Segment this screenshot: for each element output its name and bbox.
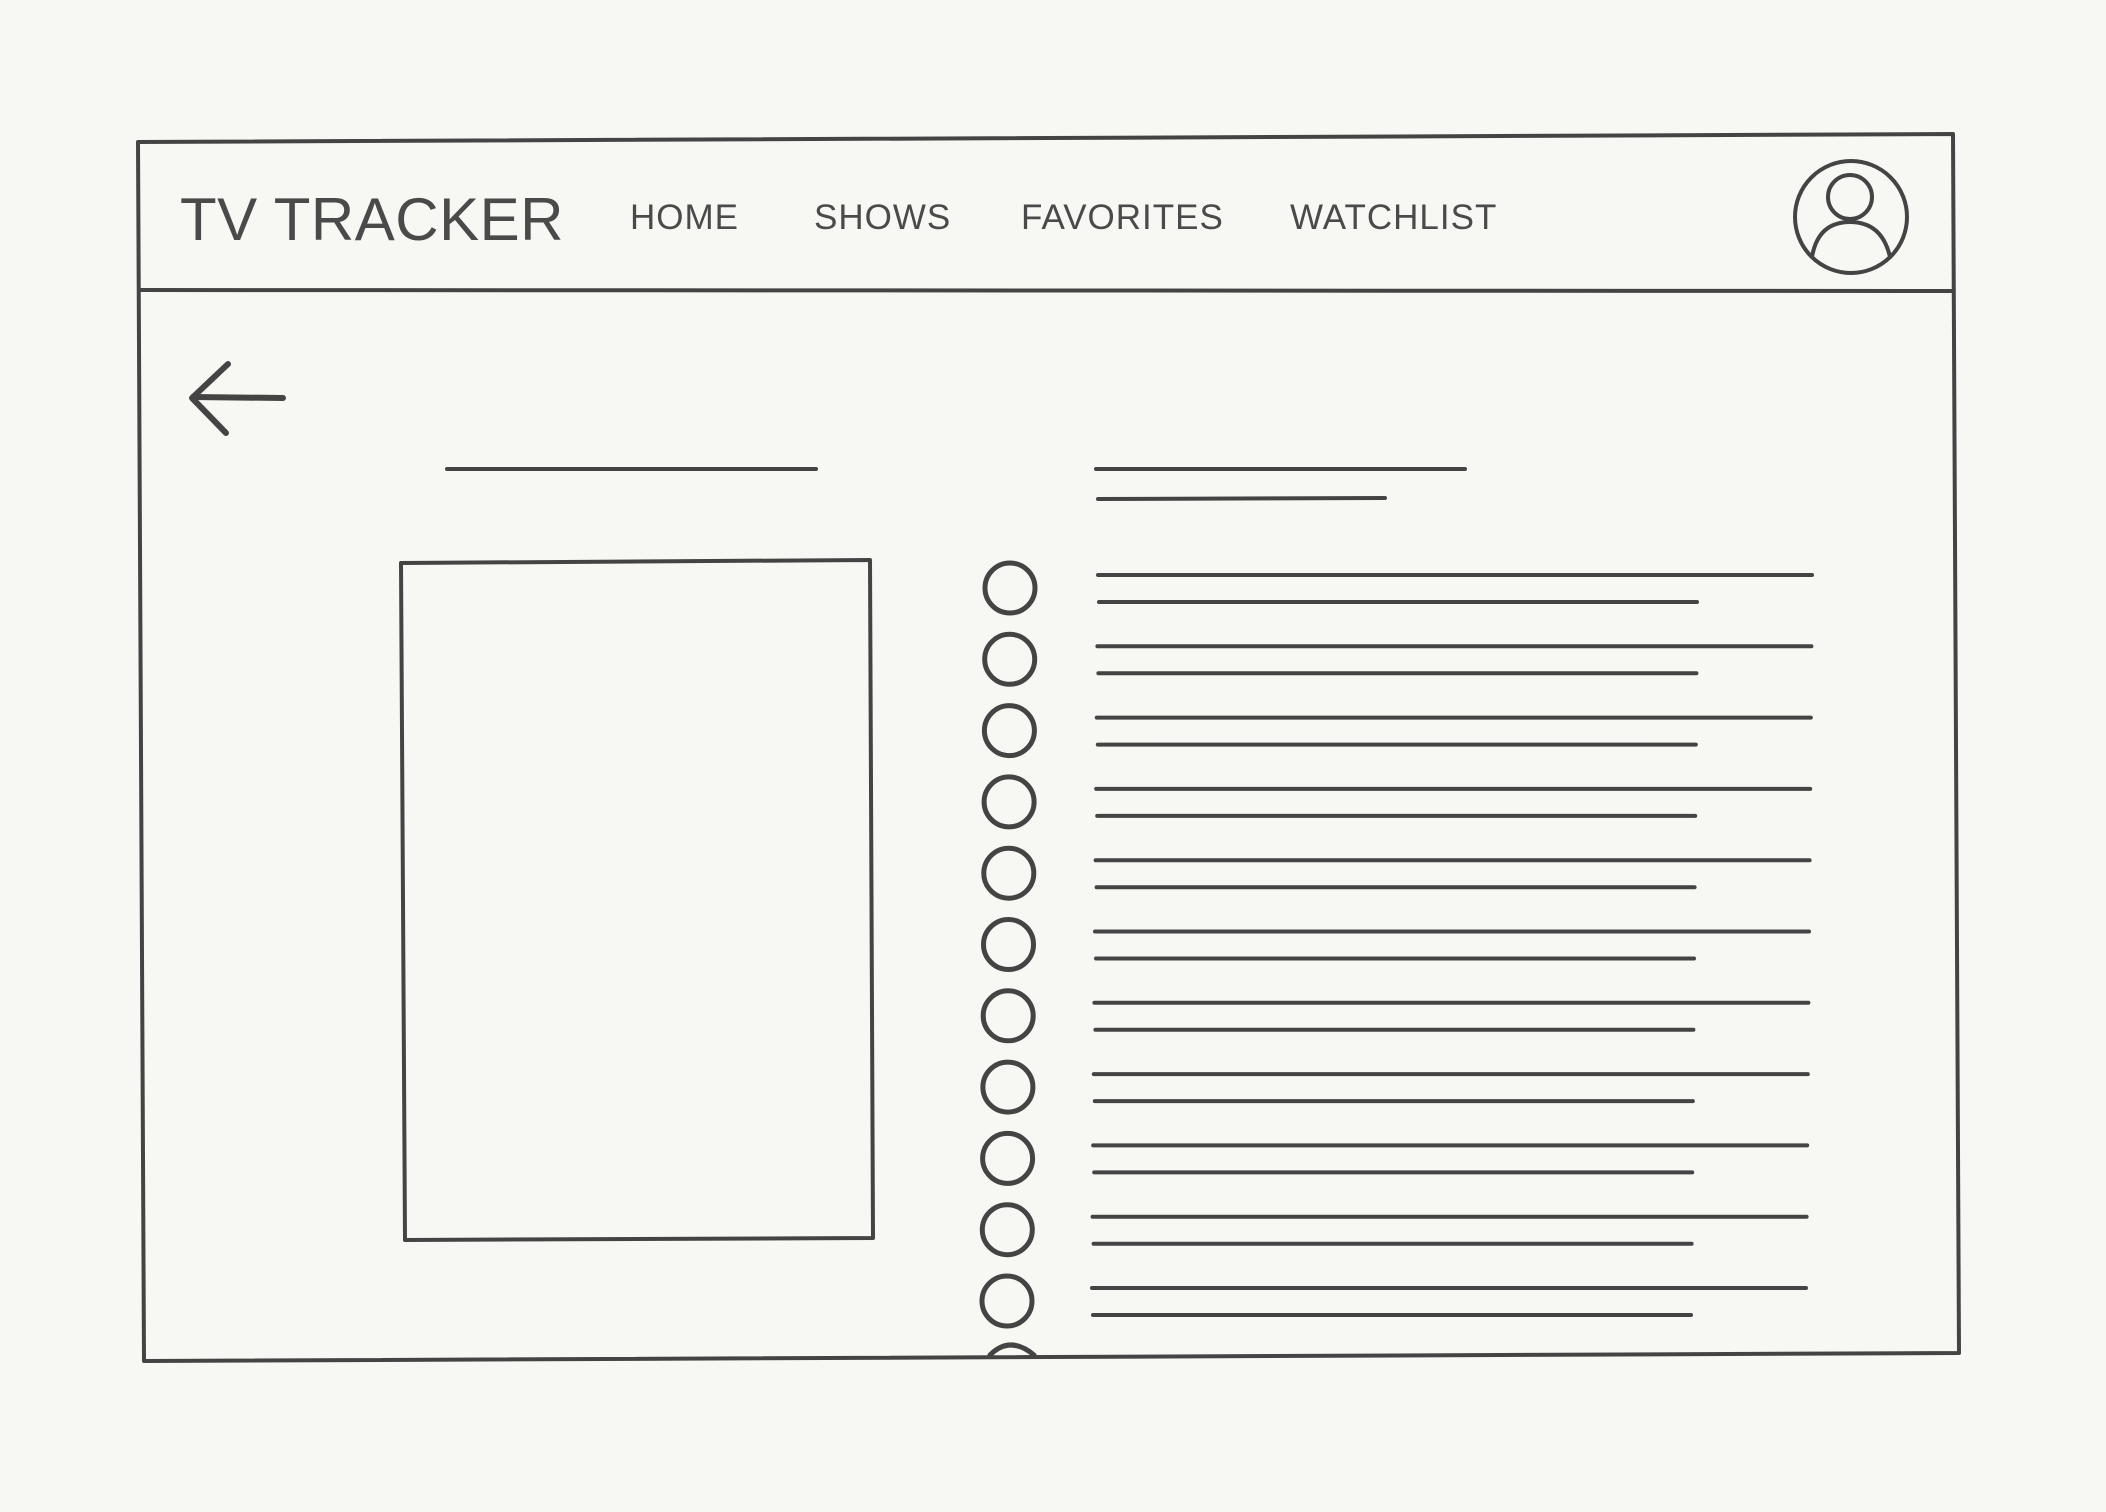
app-title: TV TRACKER — [180, 186, 564, 253]
episode-toggle[interactable] — [979, 1202, 1035, 1258]
episode-toggle[interactable] — [981, 703, 1037, 759]
episode-row — [980, 1130, 1810, 1186]
episode-row — [981, 845, 1812, 901]
episode-toggle[interactable] — [980, 1059, 1036, 1115]
episode-toggle[interactable] — [979, 1273, 1035, 1329]
episode-row — [979, 1202, 1809, 1258]
episode-toggle[interactable] — [980, 988, 1036, 1044]
header-divider — [138, 288, 1955, 293]
episode-toggle[interactable] — [980, 1130, 1036, 1186]
episode-list — [979, 560, 1814, 1329]
episode-row — [982, 560, 1814, 616]
episode-row — [980, 988, 1811, 1044]
season-subtitle-placeholder — [1096, 496, 1387, 501]
episode-row — [982, 631, 1814, 687]
profile-button[interactable] — [1793, 159, 1909, 275]
episode-row — [980, 1059, 1810, 1115]
episode-toggle[interactable] — [982, 560, 1038, 616]
episode-row — [981, 703, 1813, 759]
episode-toggle[interactable] — [981, 774, 1037, 830]
nav-item-favorites[interactable]: FAVORITES — [1021, 200, 1224, 235]
nav-item-watchlist[interactable]: WATCHLIST — [1290, 200, 1497, 235]
episode-row — [981, 917, 1811, 972]
episode-toggle-partial[interactable] — [987, 1342, 1037, 1358]
window-frame — [136, 132, 1961, 1363]
poster-image-placeholder — [399, 558, 875, 1242]
nav-item-shows[interactable]: SHOWS — [814, 200, 951, 235]
episode-toggle[interactable] — [982, 631, 1038, 687]
wireframe-page: TV TRACKER HOME SHOWS FAVORITES WATCHLIS… — [0, 0, 2106, 1512]
episode-toggle[interactable] — [981, 917, 1036, 972]
back-button[interactable] — [180, 355, 295, 445]
episode-toggle[interactable] — [981, 845, 1037, 901]
nav-item-home[interactable]: HOME — [630, 200, 739, 235]
episode-row — [979, 1273, 1808, 1329]
episode-row — [981, 774, 1813, 830]
